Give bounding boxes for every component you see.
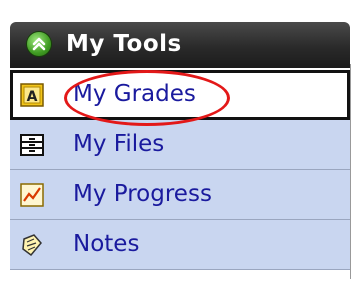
- panel-title: My Tools: [66, 31, 182, 57]
- tool-item-label[interactable]: My Files: [73, 131, 164, 157]
- tool-item-label[interactable]: My Progress: [73, 181, 212, 207]
- progress-icon: [20, 183, 44, 207]
- files-icon: [20, 133, 44, 157]
- grades-icon: A: [20, 83, 44, 107]
- tool-item-label[interactable]: My Grades: [73, 81, 196, 107]
- collapse-chevron-icon[interactable]: [27, 32, 51, 56]
- tool-item-my-files[interactable]: My Files: [10, 120, 350, 170]
- panel-divider: [350, 64, 351, 279]
- tool-item-notes[interactable]: Notes: [10, 220, 350, 270]
- my-tools-panel: My Tools A My Grades My Files My Progres…: [10, 22, 350, 277]
- panel-header: My Tools: [10, 22, 350, 68]
- svg-text:A: A: [27, 89, 38, 105]
- notes-icon: [20, 233, 44, 257]
- tool-item-label[interactable]: Notes: [73, 231, 139, 257]
- tool-item-my-grades[interactable]: A My Grades: [10, 70, 350, 120]
- tool-item-my-progress[interactable]: My Progress: [10, 170, 350, 220]
